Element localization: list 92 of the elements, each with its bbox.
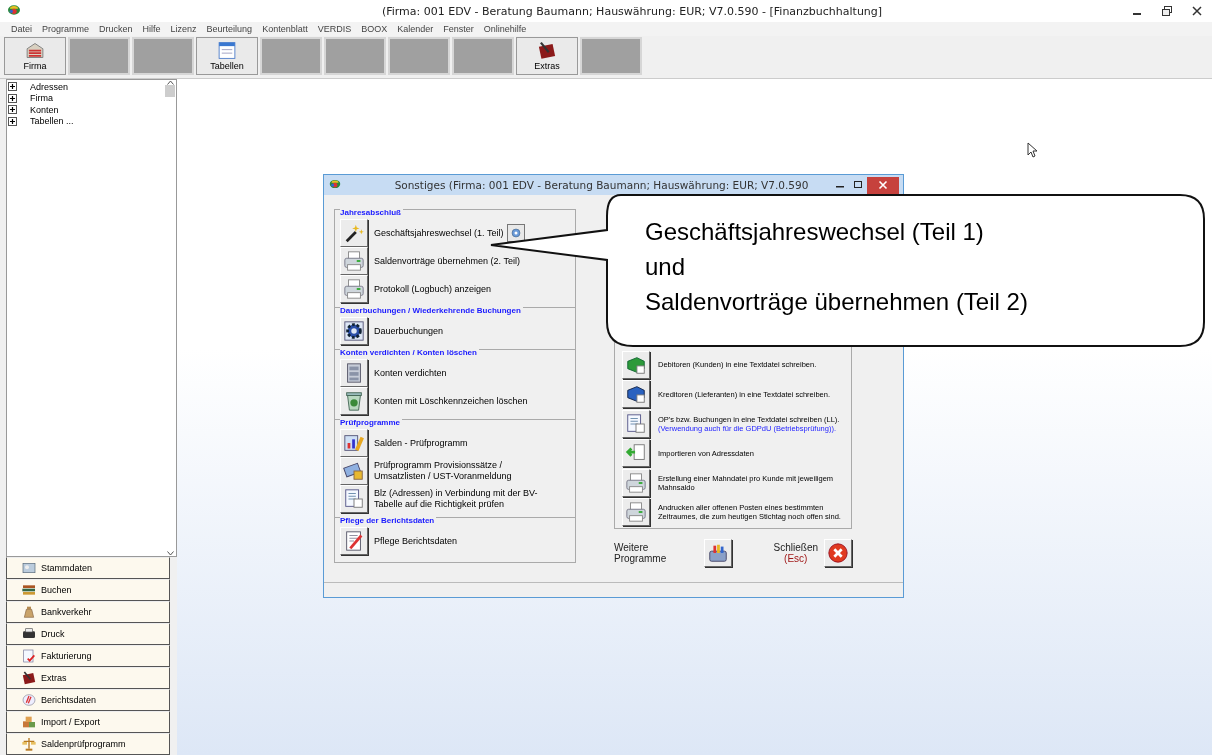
money-bag-icon [21,604,37,620]
nav-button[interactable]: Berichtsdaten [6,689,170,711]
tabellen-button[interactable]: Tabellen [196,37,258,75]
scroll-up-icon[interactable] [166,80,174,85]
group-title: Pflege der Berichtsdaten [340,516,437,525]
nav-button[interactable]: Saldenprüfprogramm [6,733,170,755]
help-icon [510,227,523,239]
close-label: Schließen [773,542,818,553]
menu-item[interactable]: Hilfe [137,24,166,34]
item-label: Dauerbuchungen [374,325,444,337]
menu-item[interactable]: Drucken [94,24,138,34]
item-label: Saldenvorträge übernehmen (2. Teil) [374,255,520,267]
scale-icon [21,736,37,752]
printer-icon [625,501,647,523]
nav-button[interactable]: Buchen [6,579,170,601]
menu-item[interactable]: Lizenz [165,24,202,34]
close-icon [878,180,888,190]
menu-item[interactable]: Onlinehilfe [478,24,532,34]
scroll-thumb[interactable] [165,85,175,97]
money-icon [343,460,365,482]
nav-button[interactable]: Import / Export [6,711,170,733]
tree-item[interactable]: Adressen [30,81,69,92]
scroll-down-icon[interactable] [166,551,174,556]
expand-toggle-icon[interactable] [8,93,17,103]
more-programs-label: Weitere Programme [614,542,668,564]
nav-button[interactable]: Bankverkehr [6,601,170,623]
item-button[interactable] [340,429,368,457]
close-icon [827,542,849,564]
document-icon [625,412,647,435]
tree-item[interactable]: Firma [30,93,53,104]
menu-item[interactable]: Kontenblatt [257,24,313,34]
item-button[interactable] [340,317,368,345]
close-button[interactable] [824,539,852,567]
group-title: Konten verdichten / Konten löschen [340,348,479,357]
menu-item[interactable]: BOOX [356,24,393,34]
tree-item[interactable]: Tabellen ... [30,116,74,127]
printer-icon [625,471,647,494]
menu-item[interactable]: Fenster [438,24,479,34]
group-title: Dauerbuchungen / Wiederkehrende Buchungen [340,306,523,315]
expand-toggle-icon[interactable] [8,82,17,92]
recycle-bin-icon [343,390,365,412]
callout-line: Geschäftsjahreswechsel (Teil 1) [645,217,984,247]
help-button[interactable] [507,224,526,242]
item-label: Blz (Adressen) in Verbindung mit der BV-Tabelle auf die Richtigkeit prüfen [374,488,539,510]
books-icon [21,582,37,598]
shortcut-hint: (Esc) [784,553,808,564]
mouse-cursor-icon [1027,142,1037,158]
dialog-title: Sonstiges (Firma: 001 EDV - Beratung Baumann; Hauswährung: EUR; V7.0.590 [393,179,810,191]
tree-item[interactable]: Konten [30,104,59,115]
group-title: Jahresabschluß [340,208,403,217]
callout-line: und [645,252,686,282]
firma-button[interactable]: Firma [4,37,66,75]
item-label: Konten mit Löschkennzeichen löschen [374,395,528,407]
nav-button[interactable]: Druck [6,623,170,645]
expand-toggle-icon[interactable] [8,105,17,115]
gear-icon [343,320,365,342]
item-button[interactable] [622,380,650,408]
report-icon [21,692,37,708]
more-programs-button[interactable] [703,539,732,567]
menu-item[interactable]: Beurteilung [201,24,258,34]
item-label: Protokoll (Logbuch) anzeigen [374,283,492,295]
printer-icon [343,250,365,272]
app-logo-icon [328,177,342,191]
printer-icon [343,278,365,300]
item-label: Geschäftsjahreswechsel (1. Teil) [374,227,504,239]
nav-button[interactable]: Stammdaten [6,557,170,579]
menu-item[interactable]: VERDIS [312,24,357,34]
item-label: Konten verdichten [374,367,447,379]
nav-button[interactable]: Extras [6,667,170,689]
document-pen-icon [343,530,365,552]
nav-button[interactable]: Fakturierung [6,645,170,667]
chart-icon [343,432,365,454]
window-title: (Firma: 001 EDV - Beratung Baumann; Hauswährung: EUR; V7.0.590 - [Finanzbuchhaltung] [380,4,884,18]
card-icon [21,560,37,576]
folder-document-icon [625,383,647,405]
item-label: Prüfprogramm Provisionssätze / Umsatzlisten / UST-Voranmeldung [374,460,513,482]
expand-toggle-icon[interactable] [8,116,17,126]
app-logo-icon [6,2,22,18]
item-label: Pflege Berichtsdaten [374,535,458,547]
menu-item[interactable]: Datei [6,24,37,34]
group-title: Prüfprogramme [340,418,402,427]
extras-button[interactable]: Extras [516,37,578,75]
callout-line: Saldenvorträge übernehmen (Teil 2) [645,287,1028,317]
document-icon [343,488,365,510]
item-label: Salden - Prüfprogramm [374,437,468,449]
table-icon [216,40,238,61]
invoice-icon [21,648,37,664]
close-button[interactable] [867,176,899,194]
boxes-icon [21,714,37,730]
menu-item[interactable]: Kalender [392,24,439,34]
item-button[interactable] [340,219,368,247]
menu-item[interactable]: Programme [37,24,95,34]
